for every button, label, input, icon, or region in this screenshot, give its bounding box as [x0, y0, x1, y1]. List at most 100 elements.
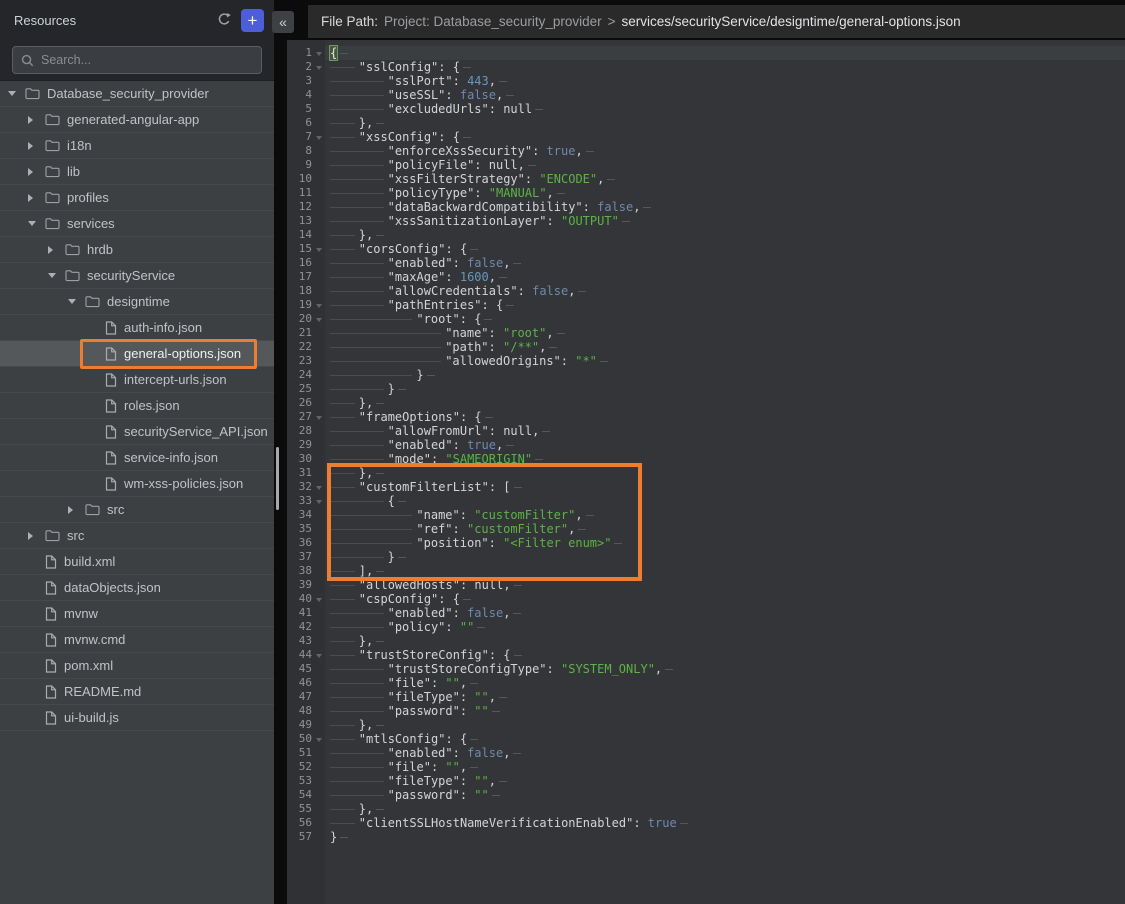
code-line-38[interactable]: 38], — [287, 564, 1125, 578]
code-line-11[interactable]: 11"policyType": "MANUAL", — [287, 186, 1125, 200]
code-line-36[interactable]: 36"position": "<Filter enum>" — [287, 536, 1125, 550]
tree-item-mvnw-cmd[interactable]: mvnw.cmd — [0, 627, 274, 653]
code-line-16[interactable]: 16"enabled": false, — [287, 256, 1125, 270]
tree-item-intercept-urls-json[interactable]: intercept-urls.json — [0, 367, 274, 393]
code-line-8[interactable]: 8"enforceXssSecurity": true, — [287, 144, 1125, 158]
tree-item-hrdb[interactable]: hrdb — [0, 237, 274, 263]
tree-item-ui-build-js[interactable]: ui-build.js — [0, 705, 274, 731]
fold-arrow-icon[interactable] — [316, 52, 322, 56]
code-line-3[interactable]: 3"sslPort": 443, — [287, 74, 1125, 88]
code-line-17[interactable]: 17"maxAge": 1600, — [287, 270, 1125, 284]
code-line-4[interactable]: 4"useSSL": false, — [287, 88, 1125, 102]
fold-arrow-icon[interactable] — [316, 304, 322, 308]
code-line-49[interactable]: 49}, — [287, 718, 1125, 732]
fold-arrow-icon[interactable] — [316, 318, 322, 322]
fold-arrow-icon[interactable] — [316, 654, 322, 658]
fold-arrow-icon[interactable] — [316, 416, 322, 420]
tree-item-generated-angular-app[interactable]: generated-angular-app — [0, 107, 274, 133]
code-line-34[interactable]: 34"name": "customFilter", — [287, 508, 1125, 522]
tree-item-readme-md[interactable]: README.md — [0, 679, 274, 705]
code-line-57[interactable]: 57} — [287, 830, 1125, 844]
tree-item-src[interactable]: src — [0, 523, 274, 549]
code-line-20[interactable]: 20"root": { — [287, 312, 1125, 326]
chevron-down-icon[interactable] — [28, 221, 45, 226]
fold-arrow-icon[interactable] — [316, 248, 322, 252]
code-line-15[interactable]: 15"corsConfig": { — [287, 242, 1125, 256]
code-line-44[interactable]: 44"trustStoreConfig": { — [287, 648, 1125, 662]
tree-scrollbar-thumb[interactable] — [276, 447, 279, 510]
code-line-14[interactable]: 14}, — [287, 228, 1125, 242]
code-line-42[interactable]: 42"policy": "" — [287, 620, 1125, 634]
fold-arrow-icon[interactable] — [316, 598, 322, 602]
code-line-51[interactable]: 51"enabled": false, — [287, 746, 1125, 760]
code-line-22[interactable]: 22"path": "/**", — [287, 340, 1125, 354]
tree-item-build-xml[interactable]: build.xml — [0, 549, 274, 575]
code-line-47[interactable]: 47"fileType": "", — [287, 690, 1125, 704]
code-line-6[interactable]: 6}, — [287, 116, 1125, 130]
chevron-down-icon[interactable] — [48, 273, 65, 278]
code-line-27[interactable]: 27"frameOptions": { — [287, 410, 1125, 424]
code-line-33[interactable]: 33{ — [287, 494, 1125, 508]
search-input[interactable] — [41, 53, 253, 67]
code-line-26[interactable]: 26}, — [287, 396, 1125, 410]
tree-item-general-options-json[interactable]: general-options.json — [0, 341, 274, 367]
code-line-46[interactable]: 46"file": "", — [287, 676, 1125, 690]
tree-item-src[interactable]: src — [0, 497, 274, 523]
code-line-31[interactable]: 31}, — [287, 466, 1125, 480]
tree-item-roles-json[interactable]: roles.json — [0, 393, 274, 419]
code-line-28[interactable]: 28"allowFromUrl": null, — [287, 424, 1125, 438]
chevron-right-icon[interactable] — [28, 116, 45, 124]
code-line-23[interactable]: 23"allowedOrigins": "*" — [287, 354, 1125, 368]
code-line-21[interactable]: 21"name": "root", — [287, 326, 1125, 340]
code-line-39[interactable]: 39"allowedHosts": null, — [287, 578, 1125, 592]
chevron-right-icon[interactable] — [28, 532, 45, 540]
code-line-48[interactable]: 48"password": "" — [287, 704, 1125, 718]
fold-arrow-icon[interactable] — [316, 66, 322, 70]
tree-item-pom-xml[interactable]: pom.xml — [0, 653, 274, 679]
tree-item-lib[interactable]: lib — [0, 159, 274, 185]
refresh-icon[interactable] — [213, 9, 235, 31]
code-line-56[interactable]: 56"clientSSLHostNameVerificationEnabled"… — [287, 816, 1125, 830]
code-line-10[interactable]: 10"xssFilterStrategy": "ENCODE", — [287, 172, 1125, 186]
tree-item-mvnw[interactable]: mvnw — [0, 601, 274, 627]
code-line-45[interactable]: 45"trustStoreConfigType": "SYSTEM_ONLY", — [287, 662, 1125, 676]
tree-item-i18n[interactable]: i18n — [0, 133, 274, 159]
tree-item-service-info-json[interactable]: service-info.json — [0, 445, 274, 471]
fold-arrow-icon[interactable] — [316, 738, 322, 742]
code-line-55[interactable]: 55}, — [287, 802, 1125, 816]
code-line-43[interactable]: 43}, — [287, 634, 1125, 648]
code-line-52[interactable]: 52"file": "", — [287, 760, 1125, 774]
tree-item-designtime[interactable]: designtime — [0, 289, 274, 315]
code-line-40[interactable]: 40"cspConfig": { — [287, 592, 1125, 606]
code-line-41[interactable]: 41"enabled": false, — [287, 606, 1125, 620]
tree-item-dataobjects-json[interactable]: dataObjects.json — [0, 575, 274, 601]
code-line-19[interactable]: 19"pathEntries": { — [287, 298, 1125, 312]
tree-item-wm-xss-policies-json[interactable]: wm-xss-policies.json — [0, 471, 274, 497]
tree-item-database-security-provider[interactable]: Database_security_provider — [0, 81, 274, 107]
code-line-30[interactable]: 30"mode": "SAMEORIGIN" — [287, 452, 1125, 466]
chevron-right-icon[interactable] — [68, 506, 85, 514]
code-editor[interactable]: 1{2"sslConfig": {3"sslPort": 443,4"useSS… — [287, 40, 1125, 904]
tree-item-securityservice-api-json[interactable]: securityService_API.json — [0, 419, 274, 445]
code-line-24[interactable]: 24} — [287, 368, 1125, 382]
code-line-13[interactable]: 13"xssSanitizationLayer": "OUTPUT" — [287, 214, 1125, 228]
code-line-35[interactable]: 35"ref": "customFilter", — [287, 522, 1125, 536]
tree-item-securityservice[interactable]: securityService — [0, 263, 274, 289]
code-line-9[interactable]: 9"policyFile": null, — [287, 158, 1125, 172]
code-line-7[interactable]: 7"xssConfig": { — [287, 130, 1125, 144]
chevron-right-icon[interactable] — [28, 194, 45, 202]
tree-item-profiles[interactable]: profiles — [0, 185, 274, 211]
chevron-right-icon[interactable] — [28, 142, 45, 150]
code-line-50[interactable]: 50"mtlsConfig": { — [287, 732, 1125, 746]
tree-item-services[interactable]: services — [0, 211, 274, 237]
code-line-1[interactable]: 1{ — [287, 46, 1125, 60]
code-line-5[interactable]: 5"excludedUrls": null — [287, 102, 1125, 116]
code-line-29[interactable]: 29"enabled": true, — [287, 438, 1125, 452]
chevron-right-icon[interactable] — [28, 168, 45, 176]
chevron-down-icon[interactable] — [68, 299, 85, 304]
collapse-panel-button[interactable]: « — [272, 11, 294, 33]
code-line-32[interactable]: 32"customFilterList": [ — [287, 480, 1125, 494]
search-box[interactable] — [12, 46, 262, 74]
code-line-25[interactable]: 25} — [287, 382, 1125, 396]
fold-arrow-icon[interactable] — [316, 500, 322, 504]
